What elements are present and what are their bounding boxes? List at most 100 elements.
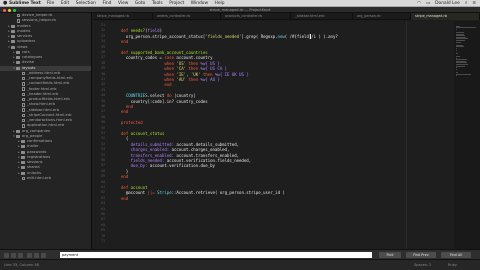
- code-line[interactable]: due_by: account.verification.due_by: [121, 163, 215, 168]
- code-line[interactable]: end: [121, 196, 128, 201]
- menu-project[interactable]: Project: [169, 1, 184, 6]
- code-area[interactable]: def needs?(field) org_person.stripe_acco…: [121, 21, 450, 249]
- find-input[interactable]: [60, 252, 372, 258]
- menu-app-name[interactable]: Sublime Text: [9, 1, 41, 6]
- editor-tab[interactable]: org_person.rb: [353, 13, 411, 20]
- code-line[interactable]: protected: [121, 120, 143, 125]
- find-panel: Find Find Prev Find All: [0, 249, 480, 259]
- code-line[interactable]: end: [121, 39, 128, 44]
- line-number: 40: [101, 71, 105, 76]
- folder-icon: [21, 145, 25, 149]
- code-token: |country|: [171, 93, 196, 99]
- menu-goto[interactable]: Goto: [135, 1, 146, 6]
- menu-view[interactable]: View: [118, 1, 128, 6]
- menu-file[interactable]: File: [47, 1, 54, 6]
- whole-word-toggle-icon[interactable]: [18, 252, 23, 258]
- code-token: account.transfers_enabled,: [174, 152, 240, 158]
- highlight-matches-toggle-icon[interactable]: [41, 252, 46, 258]
- code-token: when: [164, 77, 174, 82]
- line-number: 65: [101, 206, 105, 211]
- code-token: Stripe: [157, 190, 172, 196]
- code-token: account.details_submitted,: [174, 141, 240, 147]
- editor-tab[interactable]: products_controller.rb: [221, 13, 291, 20]
- code-token: org_person.stripe_account_status[: [121, 33, 206, 39]
- minimap[interactable]: [454, 21, 480, 249]
- line-number: 56: [101, 158, 105, 162]
- file-icon: [22, 92, 25, 97]
- menu-selection[interactable]: Selection: [76, 1, 96, 6]
- find-all-button[interactable]: Find All: [441, 252, 471, 258]
- folder-icon: [11, 29, 15, 33]
- find-button[interactable]: Find: [379, 252, 401, 258]
- line-number: 47: [101, 109, 105, 114]
- folder-icon: [11, 24, 15, 28]
- code-token: account.verification.due_by: [147, 163, 215, 169]
- file-icon: [22, 108, 25, 112]
- code-token: supported_bank_account_countries: [130, 50, 208, 55]
- sidebar-file[interactable]: edit.html.erb: [0, 176, 91, 181]
- line-number: 44: [101, 93, 105, 98]
- code-line[interactable]: org_person.stripe_account_status['fields…: [121, 34, 338, 39]
- code-line[interactable]: end: [121, 82, 171, 87]
- code-line[interactable]: @account ||= Stripe::Account.retrieve( o…: [121, 190, 285, 195]
- file-icon: [17, 19, 20, 23]
- minimap-line: [456, 65, 465, 67]
- line-number: 52: [101, 136, 105, 141]
- code-token: ::Account.retrieve( org_person.stripe_us…: [171, 190, 285, 196]
- editor-tab[interactable]: orders_controller.rb: [153, 13, 221, 20]
- editor-tab[interactable]: stripe_managed.rb: [411, 13, 480, 20]
- code-editor[interactable]: 31 32 33 34 35 36 37 38 39 40 41 42 43 44 45 46 47 48 49 50…: [93, 21, 480, 249]
- editor-tab[interactable]: stripe_managed.rb: [93, 13, 153, 20]
- folder-icon: [11, 45, 15, 49]
- code-line[interactable]: end: [121, 174, 128, 179]
- case-sensitive-toggle-icon[interactable]: [11, 252, 16, 258]
- tab-bar: stripe_managed.rb orders_controller.rb pro…: [93, 13, 480, 20]
- editor-tab[interactable]: _sidebar.html.erb: [291, 13, 353, 20]
- code-line[interactable]: country[:code].in? country_codes: [121, 99, 208, 104]
- line-number: 45: [101, 98, 105, 103]
- file-icon: [22, 103, 25, 107]
- wrap-toggle-icon[interactable]: [27, 252, 32, 258]
- code-token: then: [188, 60, 199, 66]
- code-token: @account: [121, 190, 148, 196]
- regex-toggle-icon[interactable]: [4, 252, 9, 258]
- file-icon: [22, 82, 25, 86]
- menu-help[interactable]: Help: [215, 1, 225, 6]
- battery-icon[interactable]: ▭: [426, 1, 430, 6]
- folder-icon: [11, 35, 15, 39]
- code-token: ( /#{field}/i ) ).any?: [284, 33, 338, 39]
- code-token: 'IE': [176, 71, 187, 77]
- file-icon: [22, 76, 25, 81]
- line-number: 70: [101, 233, 105, 238]
- code-line[interactable]: end: [121, 109, 128, 114]
- line-number: 59: [101, 174, 105, 179]
- code-token: end: [121, 39, 129, 45]
- find-prev-button[interactable]: Find Prev: [406, 252, 436, 258]
- user-name[interactable]: Donald Lee: [435, 1, 460, 6]
- sidebar-file-tree[interactable]: device_helper.rb sessions_helper.rb ▸ maile…: [0, 13, 92, 249]
- wifi-icon[interactable]: ◠: [417, 1, 421, 6]
- line-number: 68: [101, 222, 105, 227]
- status-syntax[interactable]: Ruby: [448, 263, 457, 267]
- menu-edit[interactable]: Edit: [61, 1, 70, 6]
- code-token: then: [202, 71, 213, 77]
- list-icon[interactable]: ≡: [472, 1, 476, 6]
- line-number-gutter: 31 32 33 34 35 36 37 38 39 40 41 42 43 44 45 46 47 48 49 50…: [93, 21, 107, 249]
- code-token: due_by:: [130, 163, 148, 169]
- in-selection-toggle-icon[interactable]: [34, 252, 39, 258]
- minimap-line: [456, 73, 471, 75]
- line-number: 61: [101, 185, 105, 189]
- menu-window[interactable]: Window: [191, 1, 208, 6]
- search-icon[interactable]: ⌕: [465, 0, 467, 6]
- menu-find[interactable]: Find: [102, 1, 111, 6]
- folder-icon: [21, 161, 25, 165]
- line-number: 67: [101, 217, 105, 222]
- menu-tools[interactable]: Tools: [152, 1, 163, 6]
- code-token: new: [277, 33, 285, 39]
- code-token: when: [164, 60, 174, 66]
- status-indentation[interactable]: Spaces: 2: [414, 263, 431, 267]
